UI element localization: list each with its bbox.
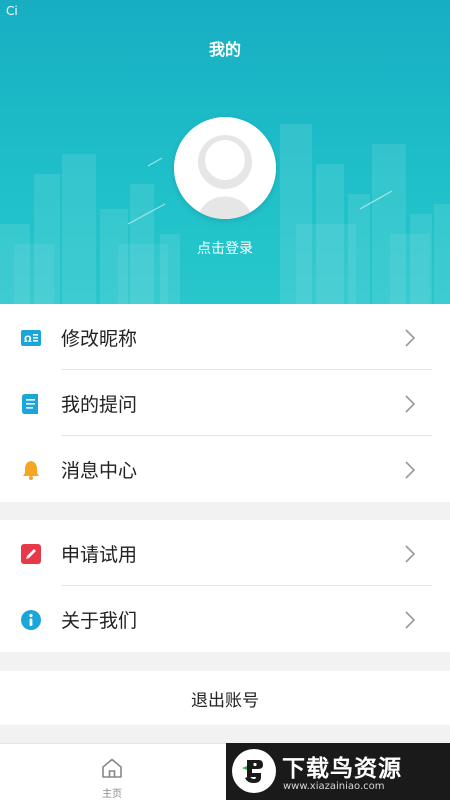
menu-group-primary: Ω 修改昵称 我的提问 消息中心 xyxy=(0,304,450,502)
chevron-right-icon xyxy=(405,545,416,563)
menu-item-label: 关于我们 xyxy=(61,609,138,632)
logout-button[interactable]: 退出账号 xyxy=(0,671,450,725)
menu-item-label: 消息中心 xyxy=(61,459,138,482)
menu-item-apply-trial[interactable]: 申请试用 xyxy=(0,520,450,586)
page-title: 我的 xyxy=(208,40,241,59)
tab-home-label: 主页 xyxy=(102,789,122,800)
info-icon xyxy=(21,610,41,630)
menu-group-secondary: 申请试用 关于我们 xyxy=(0,520,450,652)
svg-text:Ω: Ω xyxy=(24,335,32,345)
menu-item-about-us[interactable]: 关于我们 xyxy=(0,586,450,652)
bell-icon xyxy=(21,460,41,480)
edit-icon xyxy=(21,544,41,564)
default-user-icon xyxy=(174,117,276,219)
login-link[interactable]: 点击登录 xyxy=(0,238,450,258)
document-icon xyxy=(21,394,41,414)
bird-logo-icon xyxy=(232,749,276,793)
menu-item-my-questions[interactable]: 我的提问 xyxy=(0,370,450,436)
menu-item-edit-nickname[interactable]: Ω 修改昵称 xyxy=(0,304,450,370)
status-bar-text: Ci xyxy=(6,4,18,18)
menu-item-label: 我的提问 xyxy=(61,393,138,416)
menu-item-label: 修改昵称 xyxy=(61,327,138,350)
watermark-url: www.xiazainiao.com xyxy=(283,781,385,792)
menu-item-message-center[interactable]: 消息中心 xyxy=(0,436,450,502)
home-icon xyxy=(102,758,122,778)
chevron-right-icon xyxy=(405,461,416,479)
tab-home[interactable]: 主页 xyxy=(84,758,140,800)
watermark-title: 下载鸟资源 xyxy=(282,756,402,782)
watermark-banner: 下载鸟资源 www.xiazainiao.com xyxy=(226,743,450,800)
chevron-right-icon xyxy=(405,329,416,347)
chevron-right-icon xyxy=(405,611,416,629)
menu-item-label: 申请试用 xyxy=(61,543,138,566)
chevron-right-icon xyxy=(405,395,416,413)
avatar[interactable] xyxy=(174,117,276,219)
profile-header: Ci 我的 点击登录 xyxy=(0,0,450,304)
id-card-icon: Ω xyxy=(21,328,41,348)
